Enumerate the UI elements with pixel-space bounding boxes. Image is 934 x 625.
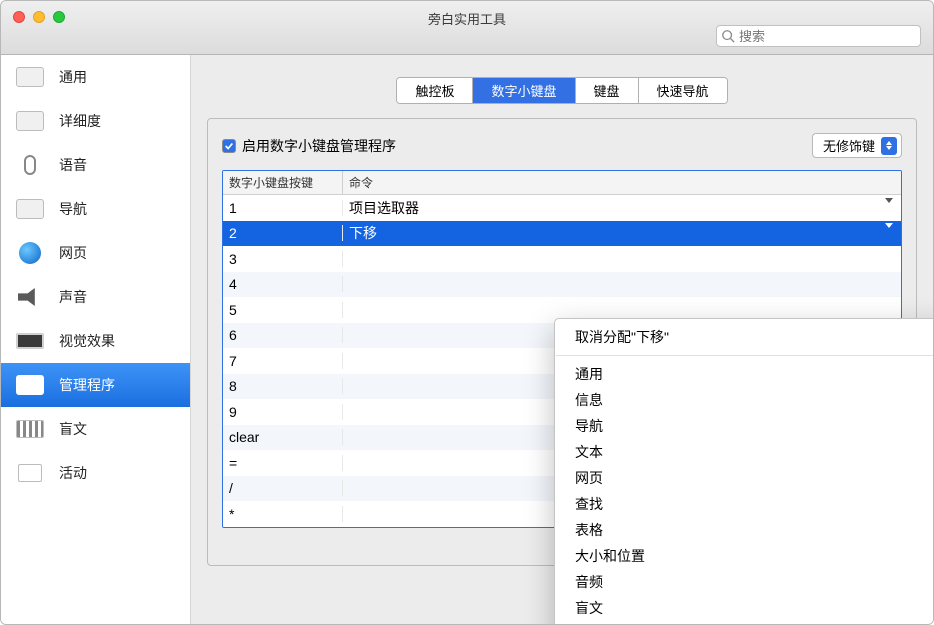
cell-key: 5 — [223, 302, 343, 318]
tab-numpad[interactable]: 数字小键盘 — [473, 78, 575, 103]
sidebar-item-general[interactable]: 通用 — [1, 55, 190, 99]
general-icon — [15, 66, 45, 88]
menu-item-general[interactable]: 通用 — [555, 361, 933, 387]
sidebar-item-speech[interactable]: 语音 — [1, 143, 190, 187]
cell-cmd[interactable]: 下移 — [343, 223, 901, 243]
cell-key: = — [223, 455, 343, 471]
popup-stepper-icon — [881, 137, 897, 155]
tab-quicknav[interactable]: 快速导航 — [639, 78, 727, 103]
menu-item-label: 查找 — [575, 494, 603, 514]
menu-item-label: 取消分配"下移" — [575, 327, 669, 347]
menu-item-audio[interactable]: 音频 — [555, 569, 933, 595]
sidebar-item-label: 盲文 — [59, 419, 87, 439]
search-wrap — [716, 25, 921, 47]
sidebar: 通用 详细度 语音 导航 网页 声音 — [1, 55, 191, 624]
sidebar-item-label: 声音 — [59, 287, 87, 307]
table-header: 数字小键盘按键 命令 — [223, 171, 901, 195]
tab-trackpad[interactable]: 触控板 — [397, 78, 473, 103]
sidebar-item-sound[interactable]: 声音 — [1, 275, 190, 319]
search-icon — [721, 29, 735, 43]
table-row[interactable]: 4 — [223, 272, 901, 298]
body: 通用 详细度 语音 导航 网页 声音 — [1, 55, 933, 624]
cell-key: / — [223, 480, 343, 496]
globe-icon — [15, 242, 45, 264]
cell-key: clear — [223, 429, 343, 445]
sidebar-item-web[interactable]: 网页 — [1, 231, 190, 275]
activities-icon — [15, 462, 45, 484]
cell-key: 6 — [223, 327, 343, 343]
enable-checkbox-label: 启用数字小键盘管理程序 — [242, 136, 396, 156]
titlebar: 旁白实用工具 — [1, 1, 933, 55]
cell-key: 1 — [223, 200, 343, 216]
menu-item-tables[interactable]: 表格 — [555, 517, 933, 543]
menu-item-label: 大小和位置 — [575, 546, 645, 566]
checkmark-icon[interactable] — [222, 139, 236, 153]
menu-item-info[interactable]: 信息 — [555, 387, 933, 413]
sidebar-item-label: 网页 — [59, 243, 87, 263]
menu-item-label: 表格 — [575, 520, 603, 540]
cell-key: 3 — [223, 251, 343, 267]
menu-item-braille[interactable]: 盲文 — [555, 595, 933, 621]
menu-item-label: 音频 — [575, 572, 603, 592]
menu-item-label: 导航 — [575, 416, 603, 436]
cell-key: 4 — [223, 276, 343, 292]
cell-key: 2 — [223, 225, 343, 241]
th-key[interactable]: 数字小键盘按键 — [223, 171, 343, 194]
th-cmd[interactable]: 命令 — [343, 171, 901, 194]
main-pane: 触控板 数字小键盘 键盘 快速导航 启用数字小键盘管理程序 无修饰键 — [191, 55, 933, 624]
cell-key: * — [223, 506, 343, 522]
sidebar-item-label: 视觉效果 — [59, 331, 115, 351]
menu-item-size-position[interactable]: 大小和位置 — [555, 543, 933, 569]
app-window: 旁白实用工具 通用 详细度 语音 导航 — [0, 0, 934, 625]
sidebar-item-label: 通用 — [59, 67, 87, 87]
menu-item-web[interactable]: 网页 — [555, 465, 933, 491]
menu-item-label: 信息 — [575, 390, 603, 410]
menu-item-find[interactable]: 查找 — [555, 491, 933, 517]
sidebar-item-braille[interactable]: 盲文 — [1, 407, 190, 451]
menu-item-label: 通用 — [575, 364, 603, 384]
verbosity-icon — [15, 110, 45, 132]
chevron-down-icon — [885, 223, 893, 228]
table-row[interactable]: 1 项目选取器 — [223, 195, 901, 221]
modifier-popup-value: 无修饰键 — [823, 136, 875, 155]
table-row[interactable]: 2 下移 — [223, 221, 901, 247]
sidebar-item-label: 语音 — [59, 155, 87, 175]
menu-item-visuals[interactable]: 视觉效果 — [555, 621, 933, 624]
cell-key: 9 — [223, 404, 343, 420]
menu-item-label: 文本 — [575, 442, 603, 462]
nav-icon — [15, 198, 45, 220]
enable-checkbox-wrap[interactable]: 启用数字小键盘管理程序 — [222, 136, 396, 156]
cell-cmd: 项目选取器 — [343, 198, 901, 218]
sidebar-item-label: 活动 — [59, 463, 87, 483]
menu-item-label: 盲文 — [575, 598, 603, 618]
sidebar-item-label: 详细度 — [59, 111, 101, 131]
braille-icon — [15, 418, 45, 440]
table-row[interactable]: 3 — [223, 246, 901, 272]
menu-item-label: 网页 — [575, 468, 603, 488]
sidebar-item-label: 导航 — [59, 199, 87, 219]
cell-key: 7 — [223, 353, 343, 369]
sidebar-item-activities[interactable]: 活动 — [1, 451, 190, 495]
sidebar-item-navigation[interactable]: 导航 — [1, 187, 190, 231]
menu-item-unassign[interactable]: 取消分配"下移" — [555, 324, 933, 350]
search-input[interactable] — [716, 25, 921, 47]
chevron-down-icon — [885, 198, 893, 203]
visuals-icon — [15, 330, 45, 352]
menu-item-navigation[interactable]: 导航 — [555, 413, 933, 439]
sidebar-item-verbosity[interactable]: 详细度 — [1, 99, 190, 143]
cell-key: 8 — [223, 378, 343, 394]
mic-icon — [15, 154, 45, 176]
modifier-popup[interactable]: 无修饰键 — [812, 133, 902, 158]
command-menu: 取消分配"下移" 通用 信息 导航 文本 — [554, 318, 933, 624]
commanders-icon — [15, 374, 45, 396]
panel-top-row: 启用数字小键盘管理程序 无修饰键 — [222, 133, 902, 158]
tab-bar: 触控板 数字小键盘 键盘 快速导航 — [207, 77, 917, 104]
sidebar-item-visuals[interactable]: 视觉效果 — [1, 319, 190, 363]
sidebar-item-commanders[interactable]: 管理程序 — [1, 363, 190, 407]
menu-item-text[interactable]: 文本 — [555, 439, 933, 465]
menu-separator — [556, 355, 933, 356]
sidebar-item-label: 管理程序 — [59, 375, 115, 395]
tab-keyboard[interactable]: 键盘 — [576, 78, 639, 103]
speaker-icon — [15, 286, 45, 308]
